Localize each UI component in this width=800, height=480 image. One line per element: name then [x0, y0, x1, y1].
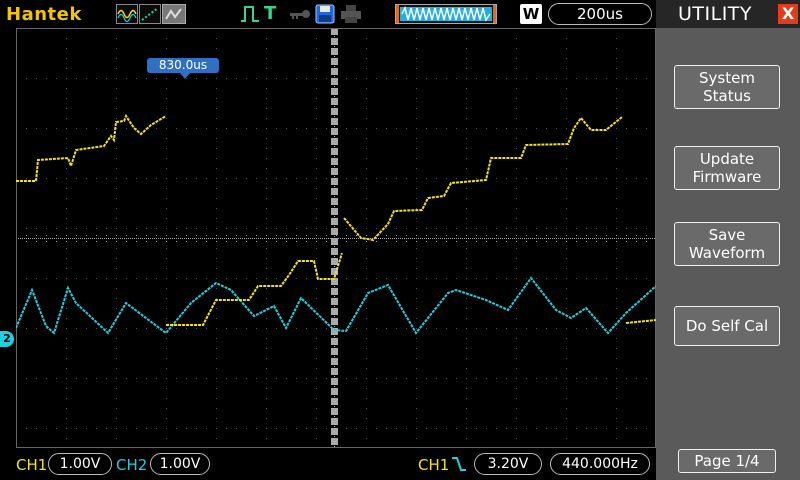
timebase-readout[interactable]: 200us — [548, 3, 652, 25]
trigger-position-label: 830.0us — [147, 58, 219, 73]
key-icon — [288, 4, 312, 24]
waveform-mode-icon[interactable] — [116, 4, 138, 24]
button-label: Update — [699, 150, 755, 168]
save-waveform-button[interactable]: Save Waveform — [674, 222, 780, 266]
falling-edge-icon — [451, 456, 467, 472]
bottom-status-bar: CH1 1.00V CH2 1.00V CH1 3.20V 440.000Hz — [0, 448, 656, 480]
top-status-bar: Hantek T W 200us — [0, 0, 656, 28]
ch2-ground-marker: 2 — [0, 331, 14, 347]
ch1-trace — [16, 113, 167, 182]
trigger-level[interactable]: 3.20V — [474, 453, 542, 475]
ch1-trace-lower — [166, 252, 343, 326]
acquisition-mode-badge: W — [520, 4, 542, 24]
ch1-trace-edge — [625, 319, 656, 324]
pulse-icon — [240, 4, 260, 24]
button-label: Save — [708, 226, 746, 244]
trigger-source-label: CH1 — [418, 456, 450, 474]
ch2-scale[interactable]: 1.00V — [150, 453, 210, 475]
close-icon[interactable]: X — [778, 4, 798, 24]
ch1-trace-right — [343, 116, 623, 242]
frequency-readout: 440.000Hz — [550, 453, 650, 475]
button-label: Waveform — [688, 244, 766, 262]
persistence-mode-icon[interactable] — [162, 4, 186, 24]
system-status-button[interactable]: System Status — [674, 65, 780, 109]
page-indicator-button[interactable]: Page 1/4 — [678, 449, 776, 473]
ch2-label: CH2 — [116, 456, 148, 474]
utility-menu: UTILITY X System Status Update Firmware … — [656, 0, 800, 480]
trigger-t-icon: T — [264, 3, 277, 24]
button-label: System — [699, 69, 755, 87]
ch1-label: CH1 — [16, 456, 48, 474]
graticule-grid — [16, 28, 656, 448]
waveform-display: 830.0us — [16, 28, 672, 448]
trigger-position-marker — [180, 73, 190, 79]
button-label: Do Self Cal — [685, 317, 769, 335]
update-firmware-button[interactable]: Update Firmware — [674, 146, 780, 190]
waveform-graticule — [16, 28, 656, 448]
brand-logo: Hantek — [6, 4, 82, 25]
do-self-cal-button[interactable]: Do Self Cal — [674, 306, 780, 346]
memory-buffer-icon — [395, 4, 497, 24]
ch1-scale[interactable]: 1.00V — [48, 453, 112, 475]
button-label: Status — [703, 87, 751, 105]
dots-mode-icon[interactable] — [139, 4, 161, 24]
button-label: Firmware — [692, 168, 762, 186]
disk-icon[interactable] — [315, 4, 335, 24]
printer-icon[interactable] — [340, 4, 362, 24]
